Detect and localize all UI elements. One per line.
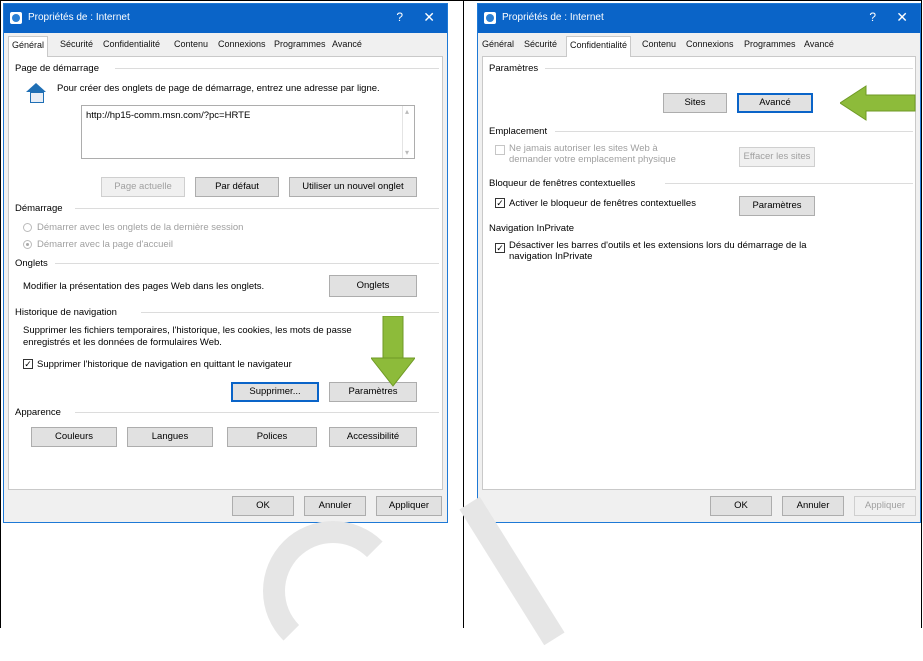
section-title: Bloqueur de fenêtres contextuelles <box>489 178 636 189</box>
tab-advanced[interactable]: Avancé <box>804 39 834 49</box>
popup-settings-button[interactable]: Paramètres <box>739 196 815 216</box>
tab-strip: Général Sécurité Confidentialité Contenu… <box>482 35 916 58</box>
tab-programs[interactable]: Programmes <box>274 39 326 49</box>
tab-advanced[interactable]: Avancé <box>332 39 362 49</box>
section-settings: Paramètres <box>489 63 913 74</box>
tab-programs[interactable]: Programmes <box>744 39 796 49</box>
location-never-allow-checkbox[interactable] <box>495 145 505 155</box>
help-button[interactable]: ? <box>869 10 876 24</box>
section-home-page: Page de démarrage <box>15 63 439 74</box>
home-page-icon <box>25 83 47 103</box>
history-description-line1: Supprimer les fichiers temporaires, l'hi… <box>23 325 352 336</box>
startup-last-session-radio[interactable] <box>23 223 32 232</box>
close-button[interactable]: ✕ <box>423 9 435 26</box>
section-title: Apparence <box>15 407 61 418</box>
tab-connections[interactable]: Connexions <box>218 39 266 49</box>
ok-button[interactable]: OK <box>232 496 294 516</box>
section-appearance: Apparence <box>15 407 439 418</box>
title-bar: Propriétés de : Internet ? ✕ <box>478 4 920 33</box>
right-table-cell: Propriétés de : Internet ? ✕ Général Séc… <box>459 0 922 646</box>
section-location: Emplacement <box>489 126 913 137</box>
use-new-tab-button[interactable]: Utiliser un nouvel onglet <box>289 177 417 197</box>
apply-button[interactable]: Appliquer <box>376 496 442 516</box>
section-inprivate: Navigation InPrivate <box>489 223 913 234</box>
section-title: Onglets <box>15 258 48 269</box>
tab-security[interactable]: Sécurité <box>60 39 93 49</box>
section-title: Emplacement <box>489 126 548 137</box>
section-title: Historique de navigation <box>15 307 117 318</box>
delete-history-button[interactable]: Supprimer... <box>231 382 319 402</box>
dialog-title: Propriétés de : Internet <box>28 12 130 23</box>
location-line2: demander votre emplacement physique <box>509 154 676 165</box>
colors-button[interactable]: Couleurs <box>31 427 117 447</box>
home-page-url: http://hp15-comm.msn.com/?pc=HRTE <box>86 110 251 121</box>
startup-last-session-label: Démarrer avec les onglets de la dernière… <box>37 222 244 233</box>
tabs-settings-button[interactable]: Onglets <box>329 275 417 297</box>
tab-pane-general: Page de démarrage Pour créer des onglets… <box>8 57 443 490</box>
tab-general[interactable]: Général <box>482 39 514 49</box>
tab-general[interactable]: Général <box>8 36 49 58</box>
inprivate-line2: navigation InPrivate <box>509 251 593 262</box>
inprivate-disable-toolbars-checkbox[interactable]: ✓ <box>495 243 505 253</box>
internet-options-icon <box>10 12 22 24</box>
internet-properties-dialog-general: Propriétés de : Internet ? ✕ Général Séc… <box>3 3 448 523</box>
dialog-title: Propriétés de : Internet <box>502 12 604 23</box>
tab-strip: Général Sécurité Confidentialité Contenu… <box>8 35 443 58</box>
watermark-arc <box>263 521 403 661</box>
popup-blocker-label: Activer le bloqueur de fenêtres contextu… <box>509 198 696 209</box>
location-line1: Ne jamais autoriser les sites Web à <box>509 143 658 154</box>
section-title: Navigation InPrivate <box>489 223 575 234</box>
advanced-button[interactable]: Avancé <box>737 93 813 113</box>
cancel-button[interactable]: Annuler <box>304 496 366 516</box>
title-bar: Propriétés de : Internet ? ✕ <box>4 4 447 33</box>
apply-button[interactable]: Appliquer <box>854 496 916 516</box>
inprivate-line1: Désactiver les barres d'outils et les ex… <box>509 240 807 251</box>
section-title: Démarrage <box>15 203 63 214</box>
sites-button[interactable]: Sites <box>663 93 727 113</box>
delete-history-on-exit-label: Supprimer l'historique de navigation en … <box>37 359 292 370</box>
section-popup-blocker: Bloqueur de fenêtres contextuelles <box>489 178 913 189</box>
fonts-button[interactable]: Polices <box>227 427 317 447</box>
close-button[interactable]: ✕ <box>896 9 908 26</box>
home-page-urls-textarea[interactable]: http://hp15-comm.msn.com/?pc=HRTE <box>81 105 415 159</box>
home-page-description: Pour créer des onglets de page de démarr… <box>57 83 380 94</box>
section-title: Page de démarrage <box>15 63 99 74</box>
internet-options-icon <box>484 12 496 24</box>
startup-home-page-label: Démarrer avec la page d'accueil <box>37 239 173 250</box>
tabs-description: Modifier la présentation des pages Web d… <box>23 281 265 292</box>
use-current-button[interactable]: Page actuelle <box>101 177 185 197</box>
popup-blocker-checkbox[interactable]: ✓ <box>495 198 505 208</box>
tab-pane-privacy: Paramètres Sites Avancé Emplacement Ne j… <box>482 57 916 490</box>
use-default-button[interactable]: Par défaut <box>195 177 279 197</box>
cancel-button[interactable]: Annuler <box>782 496 844 516</box>
internet-properties-dialog-privacy: Propriétés de : Internet ? ✕ Général Séc… <box>477 3 921 523</box>
tab-privacy[interactable]: Confidentialité <box>566 36 632 58</box>
clear-sites-button[interactable]: Effacer les sites <box>739 147 815 167</box>
languages-button[interactable]: Langues <box>127 427 213 447</box>
startup-home-page-radio[interactable] <box>23 240 32 249</box>
down-arrow-icon <box>371 316 415 387</box>
tab-security[interactable]: Sécurité <box>524 39 557 49</box>
tab-content[interactable]: Contenu <box>642 39 676 49</box>
ok-button[interactable]: OK <box>710 496 772 516</box>
delete-history-on-exit-checkbox[interactable]: ✓ <box>23 359 33 369</box>
history-description-line2: enregistrés et les données de formulaire… <box>23 337 222 348</box>
tab-connections[interactable]: Connexions <box>686 39 734 49</box>
section-startup: Démarrage <box>15 203 439 214</box>
left-table-cell: Propriétés de : Internet ? ✕ Général Séc… <box>0 0 463 661</box>
section-tabs: Onglets <box>15 258 439 269</box>
left-arrow-icon <box>840 85 916 121</box>
textarea-scrollbar[interactable] <box>402 106 414 158</box>
section-title: Paramètres <box>489 63 539 74</box>
help-button[interactable]: ? <box>396 10 403 24</box>
tab-privacy[interactable]: Confidentialité <box>103 39 160 49</box>
tab-content[interactable]: Contenu <box>174 39 208 49</box>
accessibility-button[interactable]: Accessibilité <box>329 427 417 447</box>
